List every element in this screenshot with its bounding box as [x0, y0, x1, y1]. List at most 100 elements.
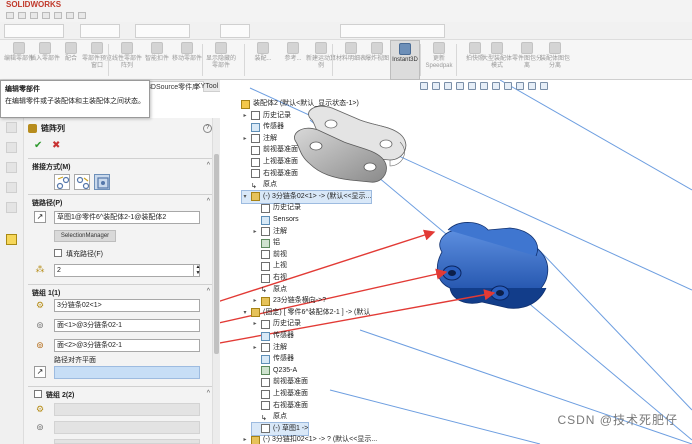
tree-item[interactable]: 右视基准面	[252, 400, 308, 412]
tree-item[interactable]: 上视基准面	[252, 388, 308, 400]
tree-item[interactable]: ▾ (固定) [ 零件6^装配体2-1 ] -> (默认	[242, 307, 370, 319]
tree-item[interactable]: 传感器	[252, 353, 294, 365]
ok-check-icon[interactable]: ✔	[34, 140, 42, 151]
collapse-caret-icon[interactable]: ^	[207, 288, 210, 295]
section-group2-header[interactable]: 链组 2(2)	[46, 390, 74, 400]
view-orientation-icon[interactable]	[468, 82, 476, 90]
tree-item[interactable]: ▸ 注解	[242, 133, 277, 145]
align-plane-icon[interactable]: ↗	[34, 366, 46, 378]
save-icon[interactable]	[30, 12, 38, 19]
pm-scrollbar[interactable]	[212, 118, 220, 444]
section-path-header[interactable]: 链路径(P)	[32, 198, 62, 208]
pm-scrollbar-thumb[interactable]	[214, 154, 219, 354]
tree-item[interactable]: 传感器	[242, 121, 284, 133]
count-spinner[interactable]: ▲ ▼	[193, 264, 202, 277]
new-icon[interactable]	[6, 12, 14, 19]
tree-item[interactable]: 传感器	[252, 330, 294, 342]
ribbon-large-asm-button[interactable]: 大型装配体模式	[482, 40, 512, 80]
mode-distance-pivot-button[interactable]	[74, 174, 90, 190]
tree-item[interactable]: 历史记录	[252, 202, 301, 214]
tree-item[interactable]: 前视基准面	[252, 376, 308, 388]
monitor-icon[interactable]	[540, 82, 548, 90]
feature-tree-icon[interactable]	[6, 122, 17, 133]
section-view-icon[interactable]	[456, 82, 464, 90]
undo-icon[interactable]	[54, 12, 62, 19]
expand-toggle-icon[interactable]: ▸	[242, 133, 248, 145]
collapse-caret-icon[interactable]: ^	[207, 198, 210, 205]
ribbon-linear-pattern-button[interactable]: 线性零部件阵列	[112, 40, 142, 80]
edit-group[interactable]	[80, 24, 120, 38]
command-search-box[interactable]	[340, 24, 445, 38]
expand-toggle-icon[interactable]: ▸	[252, 226, 258, 238]
reverse-direction-icon[interactable]: ↗	[34, 211, 46, 223]
tree-item[interactable]: ▸ (-) 3分链扣02<1> -> ? (默认<<显示...	[242, 434, 377, 444]
ribbon-speedpak-button[interactable]: 更新Speedpak	[424, 40, 454, 80]
tree-item[interactable]: ↳ 原点	[252, 284, 287, 296]
expand-toggle-icon[interactable]: ▸	[252, 318, 258, 330]
group2-checkbox[interactable]	[34, 390, 42, 398]
expand-toggle-icon[interactable]: ▸	[242, 110, 248, 122]
tree-item[interactable]: ▸ 23分链条横向->?	[252, 295, 326, 307]
tree-item[interactable]: ▸ 注解	[252, 342, 287, 354]
tree-item[interactable]: 前视基准面	[242, 144, 298, 156]
expand-toggle-icon[interactable]: ▸	[242, 434, 248, 444]
expand-toggle-icon[interactable]: ▸	[252, 295, 258, 307]
tree-item[interactable]: ▸ 注解	[252, 226, 287, 238]
tree-item[interactable]: 上视	[252, 260, 287, 272]
config-icon[interactable]	[6, 162, 17, 173]
chain-pattern-icon[interactable]	[6, 234, 17, 245]
mode-distance-link-button[interactable]	[54, 174, 70, 190]
expand-toggle-icon[interactable]: ▸	[252, 342, 258, 354]
help-icon[interactable]: ?	[203, 124, 212, 133]
tree-item[interactable]: ▾ (-) 3分链条02<1> -> (默认<<显示...	[240, 189, 373, 204]
redo-icon[interactable]	[66, 12, 74, 19]
tree-item[interactable]: ↳ 原点	[252, 411, 287, 423]
ribbon-instant3d-button[interactable]: Instant3D	[390, 40, 420, 80]
ribbon-assembly-button[interactable]: 装配...	[248, 40, 278, 80]
selection-manager-button[interactable]: SelectionManager	[54, 230, 116, 242]
scene-icon[interactable]	[516, 82, 524, 90]
tree-item[interactable]: ▸ 历史记录	[252, 318, 301, 330]
mode-connected-link-button[interactable]	[94, 174, 110, 190]
ribbon-comp-more2-button[interactable]: 装配体图包分离	[540, 40, 570, 80]
collapse-caret-icon[interactable]: ^	[207, 162, 210, 169]
ribbon-reference-button[interactable]: 参考...	[278, 40, 308, 80]
ribbon-smart-fastener-button[interactable]: 智能扣件	[142, 40, 172, 80]
command-group[interactable]	[135, 24, 190, 38]
tree-item[interactable]: ↳ 原点	[242, 179, 277, 191]
zoom-area-icon[interactable]	[432, 82, 440, 90]
select-icon[interactable]	[78, 12, 86, 19]
tree-item[interactable]: 上视基准面	[242, 156, 298, 168]
tab-kytool[interactable]: KYTool	[192, 81, 222, 92]
tree-item[interactable]: Q235-A	[252, 365, 297, 377]
ribbon-show-hidden-button[interactable]: 显示隐藏的零部件	[206, 40, 236, 80]
path-link1-field[interactable]: 面<1>@3分链条02-1	[54, 319, 200, 332]
chain-component-field[interactable]: 3分链条02<1>	[54, 299, 200, 312]
tree-item[interactable]: ▸ 历史记录	[242, 110, 291, 122]
view-settings-icon[interactable]	[528, 82, 536, 90]
tree-item[interactable]: 铝	[252, 237, 280, 249]
tree-item[interactable]: Sensors	[252, 214, 299, 226]
instance-count-input[interactable]: 2	[54, 264, 200, 277]
zoom-fit-icon[interactable]	[420, 82, 428, 90]
dimxpert-icon[interactable]	[6, 182, 17, 193]
open-icon[interactable]	[18, 12, 26, 19]
tree-item[interactable]: 装配体2 (默认<默认_显示状态-1>)	[232, 98, 359, 110]
tree-item[interactable]: (-) 草图1 ->	[250, 421, 310, 436]
ribbon-comp-more1-button[interactable]: 零件图包分离	[512, 40, 542, 80]
path-align-plane-field[interactable]	[54, 366, 200, 379]
section-mode-header[interactable]: 搭接方式(M)	[32, 162, 71, 172]
expand-toggle-icon[interactable]: ▾	[242, 191, 248, 203]
search-group[interactable]	[220, 24, 250, 38]
expand-toggle-icon[interactable]: ▾	[242, 307, 248, 319]
fill-path-checkbox[interactable]	[54, 249, 62, 257]
path-link2-field[interactable]: 面<2>@3分链条02-1	[54, 339, 200, 352]
chain-path-field[interactable]: 草图1@零件6^装配体2-1@装配体2	[54, 211, 200, 224]
previous-view-icon[interactable]	[444, 82, 452, 90]
tree-item[interactable]: 前视	[252, 249, 287, 261]
cancel-x-icon[interactable]: ✖	[52, 140, 60, 151]
hide-show-icon[interactable]	[492, 82, 500, 90]
collapse-caret-icon[interactable]: ^	[207, 390, 210, 397]
print-icon[interactable]	[42, 12, 50, 19]
graphics-area[interactable]: 装配体2 (默认<默认_显示状态-1>) ▸ 历史记录 传感器 ▸ 注解 前视基准面 上视基准…	[220, 80, 692, 444]
